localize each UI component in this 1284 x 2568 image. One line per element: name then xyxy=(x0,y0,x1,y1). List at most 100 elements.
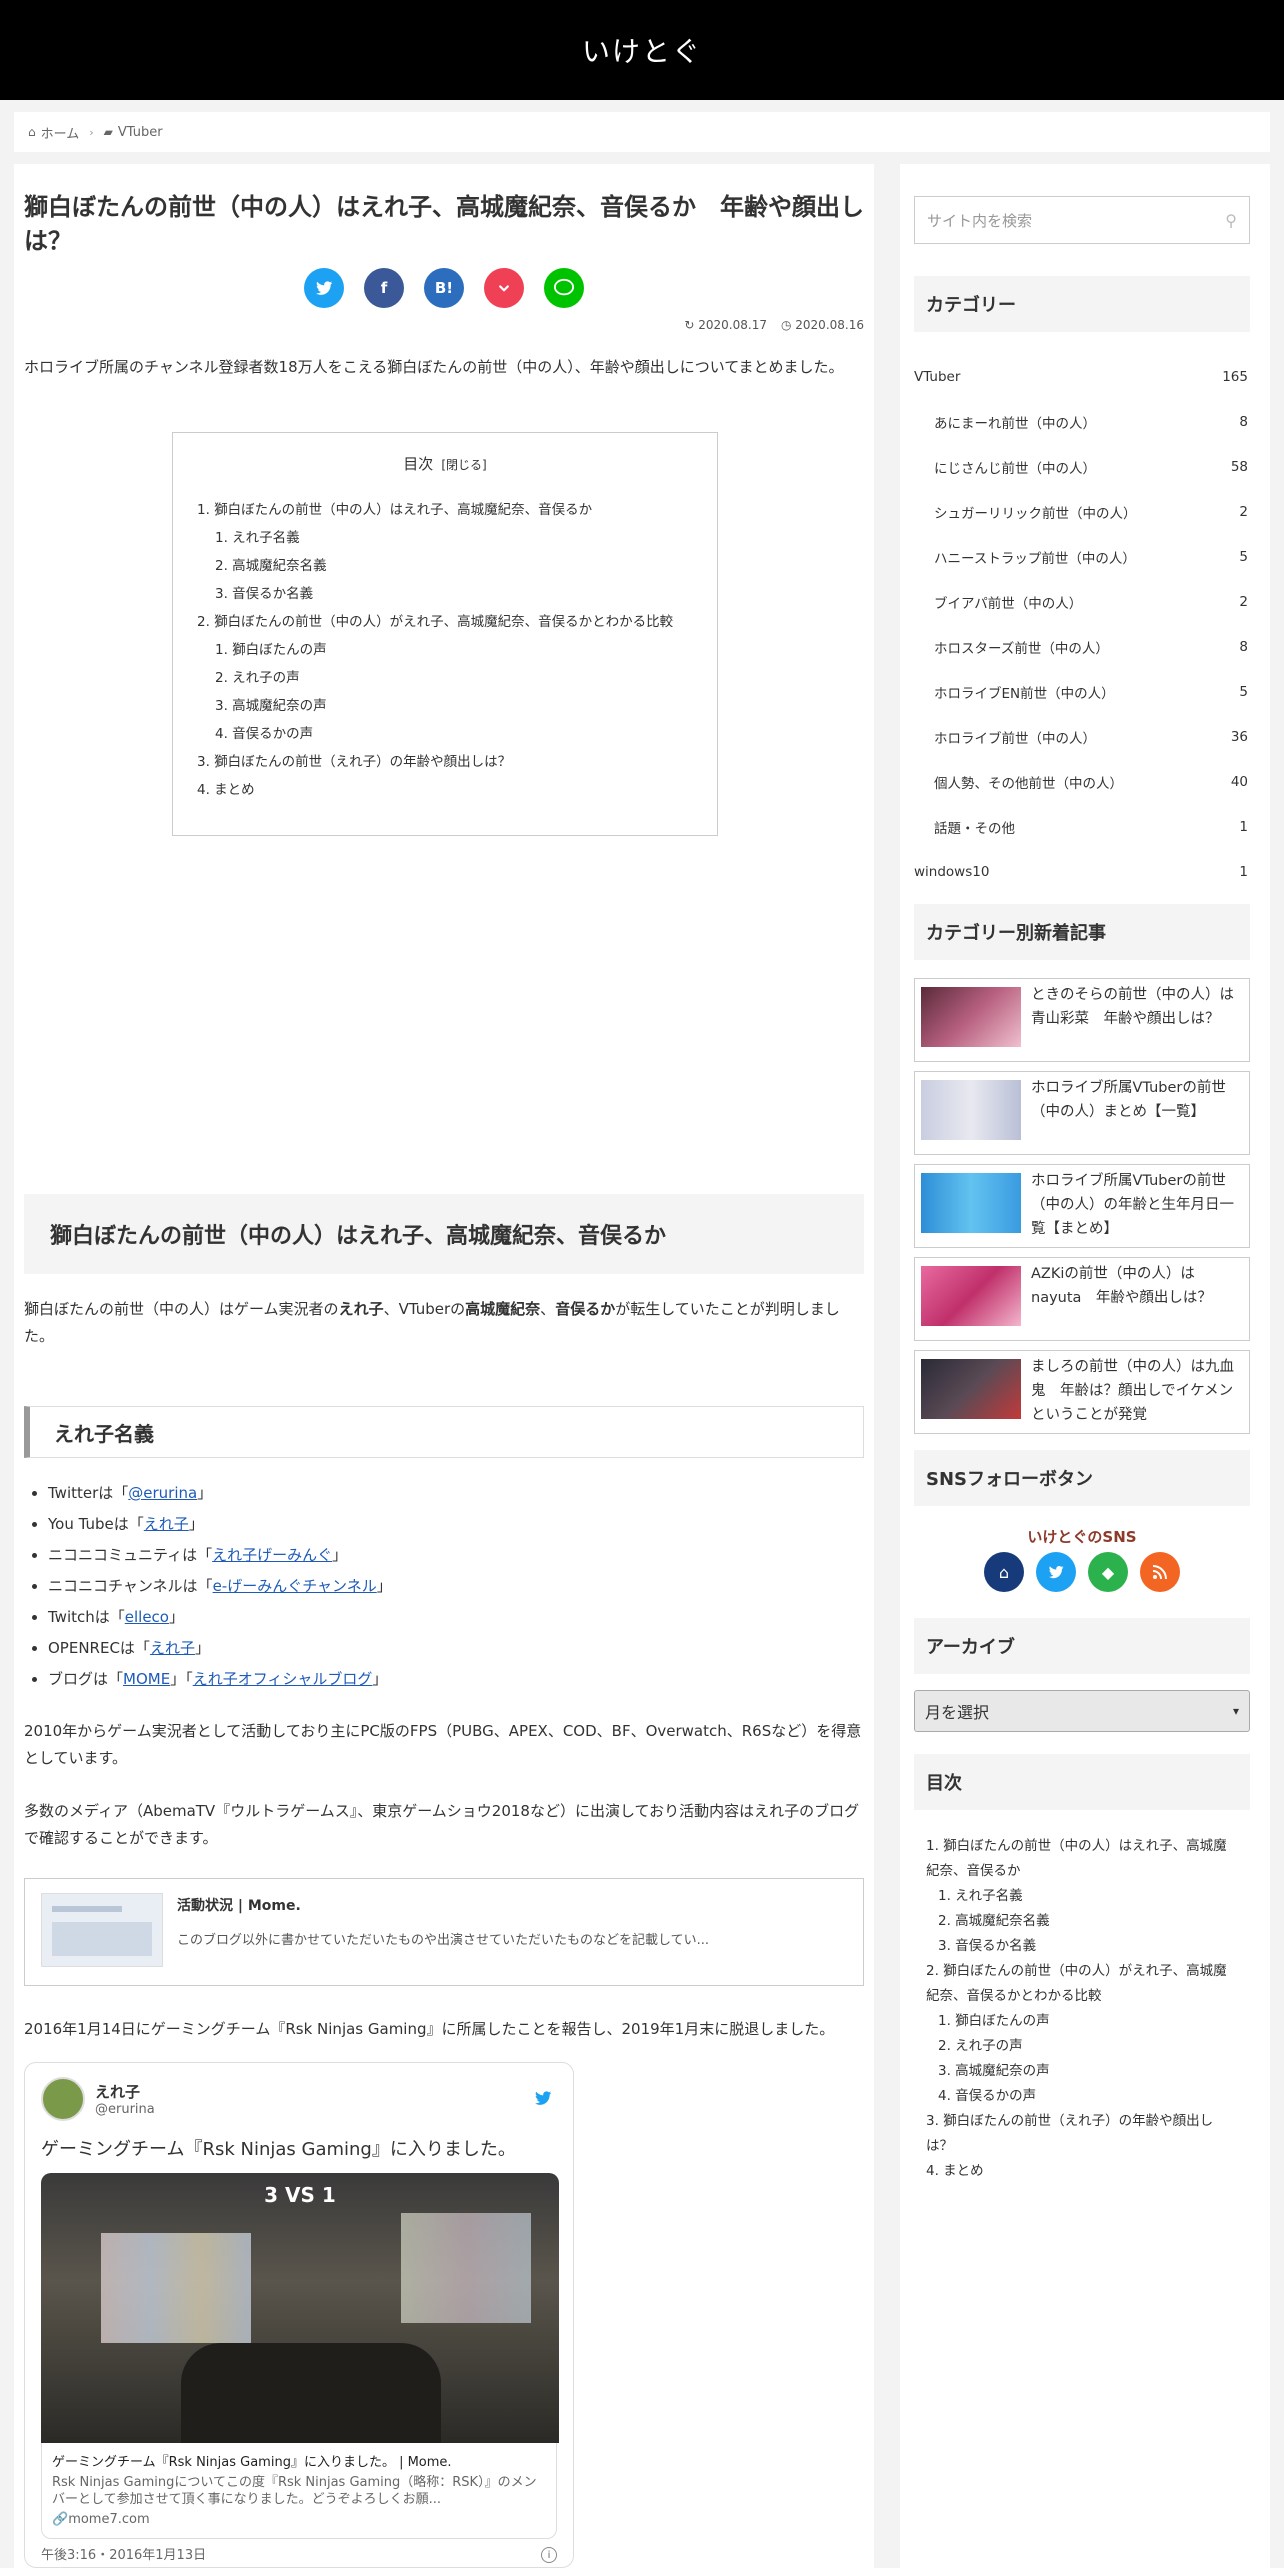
category-item[interactable]: ハニーストラップ前世（中の人） 5 xyxy=(914,534,1250,579)
facebook-share-icon[interactable]: f xyxy=(364,268,404,308)
list-item: Twitterは「@erurina」 xyxy=(48,1478,848,1509)
category-item[interactable]: 話題・その他 1 xyxy=(914,804,1250,849)
news-thumbnail xyxy=(921,1266,1021,1326)
chevron-down-icon: ▾ xyxy=(1232,1704,1239,1718)
toc-item[interactable]: 1. えれ子名義 xyxy=(197,524,693,552)
avatar[interactable] xyxy=(41,2077,85,2121)
link[interactable]: えれ子オフィシャルブログ xyxy=(193,1670,373,1688)
info-icon[interactable]: i xyxy=(541,2547,557,2563)
news-item[interactable]: ましろの前世（中の人）は九血鬼 年齢は？顔出しでイケメンということが発覚 xyxy=(914,1350,1250,1434)
card-thumbnail xyxy=(41,1893,163,1967)
paragraph: 2016年1月14日にゲーミングチーム『Rsk Ninjas Gaming』に所… xyxy=(24,2020,835,2038)
twitter-icon[interactable] xyxy=(1036,1552,1076,1592)
link[interactable]: @erurina xyxy=(128,1484,197,1502)
toc-item[interactable]: 1. えれ子名義 xyxy=(926,1884,1236,1909)
pocket-share-icon[interactable] xyxy=(484,268,524,308)
chevron-right-icon: › xyxy=(89,125,94,139)
rss-icon[interactable] xyxy=(1140,1552,1180,1592)
toc-item[interactable]: 3. 高城魔紀奈の声 xyxy=(926,2059,1236,2084)
breadcrumb-home[interactable]: ホーム xyxy=(41,123,80,142)
link[interactable]: えれ子 xyxy=(144,1515,189,1533)
hatena-share-icon[interactable]: B! xyxy=(424,268,464,308)
feedly-icon[interactable]: ◆ xyxy=(1088,1552,1128,1592)
tweet-timestamp[interactable]: 午後3:16・2016年1月13日 xyxy=(41,2544,206,2563)
news-item[interactable]: ホロライブ所属VTuberの前世（中の人）まとめ【一覧】 xyxy=(914,1071,1250,1155)
link[interactable]: えれ子げーみんぐ xyxy=(212,1546,332,1564)
home-icon: ⌂ xyxy=(28,125,36,139)
toc-item[interactable]: 3. 獅白ぼたんの前世（えれ子）の年齢や顔出しは？ xyxy=(926,2109,1236,2159)
toc-item[interactable]: 1. 獅白ぼたんの前世（中の人）はえれ子、高城魔紀奈、音俣るか xyxy=(197,496,693,524)
site-title[interactable]: いけとぐ xyxy=(582,30,702,70)
link[interactable]: e-げーみんぐチャンネル xyxy=(213,1577,377,1595)
share-buttons: f B! xyxy=(14,268,874,308)
twitter-share-icon[interactable] xyxy=(304,268,344,308)
archive-select[interactable]: 月を選択 ▾ xyxy=(914,1690,1250,1732)
twitter-icon[interactable] xyxy=(531,2088,557,2110)
search-icon[interactable]: ⚲ xyxy=(1225,211,1237,230)
category-item[interactable]: シュガーリリック前世（中の人） 2 xyxy=(914,489,1250,534)
site-header: いけとぐ xyxy=(0,0,1284,100)
list-item: ブログは「MOME」「えれ子オフィシャルブログ」 xyxy=(48,1664,848,1695)
toc-item[interactable]: 4. 音俣るかの声 xyxy=(926,2084,1236,2109)
widget-title-sns: SNSフォローボタン xyxy=(914,1450,1250,1506)
subsection-heading: えれ子名義 xyxy=(24,1406,864,1458)
toc-item[interactable]: 3. 音俣るか名義 xyxy=(926,1934,1236,1959)
tweet-author-handle[interactable]: @erurina xyxy=(95,2102,155,2117)
news-thumbnail xyxy=(921,1080,1021,1140)
line-share-icon[interactable] xyxy=(544,268,584,308)
toc-item[interactable]: 2. 獅白ぼたんの前世（中の人）がえれ子、高城魔紀奈、音俣るかとわかる比較 xyxy=(197,608,693,636)
news-item[interactable]: ときのそらの前世（中の人）は青山彩菜 年齢や顔出しは？ xyxy=(914,978,1250,1062)
toc-item[interactable]: 4. まとめ xyxy=(926,2159,1236,2184)
category-item[interactable]: ホロライブEN前世（中の人） 5 xyxy=(914,669,1250,714)
game-hud: 3 VS 1 xyxy=(264,2183,336,2207)
toc-item[interactable]: 3. 音俣るか名義 xyxy=(197,580,693,608)
list-item: ニコニコミュニティは「えれ子げーみんぐ」 xyxy=(48,1540,848,1571)
breadcrumb-category[interactable]: VTuber xyxy=(118,125,163,140)
new-articles-list: ときのそらの前世（中の人）は青山彩菜 年齢や顔出しは？ ホロライブ所属VTube… xyxy=(914,978,1250,1443)
tweet-image[interactable]: 3 VS 1 xyxy=(41,2173,559,2443)
embedded-tweet[interactable]: えれ子 @erurina ゲーミングチーム『Rsk Ninjas Gaming』… xyxy=(24,2062,574,2568)
toc-toggle[interactable]: [閉じる] xyxy=(441,458,486,472)
news-item[interactable]: ホロライブ所属VTuberの前世（中の人）の年齢と生年月日一覧【まとめ】 xyxy=(914,1164,1250,1248)
category-item[interactable]: ブイアパ前世（中の人） 2 xyxy=(914,579,1250,624)
link[interactable]: elleco xyxy=(125,1608,169,1626)
toc-item[interactable]: 4. まとめ xyxy=(197,776,693,804)
toc-item[interactable]: 2. 獅白ぼたんの前世（中の人）がえれ子、高城魔紀奈、音俣るかとわかる比較 xyxy=(926,1959,1236,2009)
news-thumbnail xyxy=(921,1359,1021,1419)
category-item[interactable]: ホロスターズ前世（中の人） 8 xyxy=(914,624,1250,669)
toc-item[interactable]: 1. 獅白ぼたんの声 xyxy=(926,2009,1236,2034)
home-icon[interactable]: ⌂ xyxy=(984,1552,1024,1592)
blog-card[interactable]: 活動状況 | Mome. このブログ以外に書かせていただいたものや出演させていた… xyxy=(24,1878,864,1986)
category-item[interactable]: windows10 1 xyxy=(914,849,1250,894)
table-of-contents: 目次 [閉じる] 1. 獅白ぼたんの前世（中の人）はえれ子、高城魔紀奈、音俣るか … xyxy=(172,432,718,836)
search-input[interactable]: サイト内を検索 ⚲ xyxy=(914,196,1250,244)
tweet-author-name[interactable]: えれ子 xyxy=(95,2081,155,2102)
intro-paragraph: ホロライブ所属のチャンネル登録者数18万人をこえる獅白ぼたんの前世（中の人）、年… xyxy=(24,358,844,376)
toc-item[interactable]: 3. 高城魔紀奈の声 xyxy=(197,692,693,720)
post-dates: ↻ 2020.08.17 ◷ 2020.08.16 xyxy=(684,318,864,332)
link-icon: 🔗 xyxy=(52,2512,69,2527)
news-item[interactable]: AZKiの前世（中の人）はnayuta 年齢や顔出しは？ xyxy=(914,1257,1250,1341)
toc-item[interactable]: 2. 高城魔紀奈名義 xyxy=(926,1909,1236,1934)
category-item[interactable]: にじさんじ前世（中の人） 58 xyxy=(914,444,1250,489)
toc-item[interactable]: 2. えれ子の声 xyxy=(926,2034,1236,2059)
widget-title-news: カテゴリー別新着記事 xyxy=(914,904,1250,960)
toc-item[interactable]: 1. 獅白ぼたんの前世（中の人）はえれ子、高城魔紀奈、音俣るか xyxy=(926,1834,1236,1884)
category-item[interactable]: あにまーれ前世（中の人） 8 xyxy=(914,399,1250,444)
sidebar-toc: 1. 獅白ぼたんの前世（中の人）はえれ子、高城魔紀奈、音俣るか 1. えれ子名義… xyxy=(926,1834,1236,2184)
tweet-link-card[interactable]: ゲーミングチーム『Rsk Ninjas Gaming』に入りました。 | Mom… xyxy=(41,2443,557,2539)
paragraph: 多数のメディア（AbemaTV『ウルトラゲームス』、東京ゲームショウ2018など… xyxy=(24,1802,860,1847)
toc-item[interactable]: 2. 高城魔紀奈名義 xyxy=(197,552,693,580)
toc-item[interactable]: 2. えれ子の声 xyxy=(197,664,693,692)
toc-item[interactable]: 4. 音俣るかの声 xyxy=(197,720,693,748)
link[interactable]: MOME xyxy=(123,1670,170,1688)
category-item[interactable]: VTuber 165 xyxy=(914,354,1250,399)
category-item[interactable]: 個人勢、その他前世（中の人） 40 xyxy=(914,759,1250,804)
list-item: OPENRECは「えれ子」 xyxy=(48,1633,848,1664)
link[interactable]: えれ子 xyxy=(150,1639,195,1657)
card-description: このブログ以外に書かせていただいたものや出演させていただいたものなどを記載してい… xyxy=(177,1933,710,1948)
list-item: You Tubeは「えれ子」 xyxy=(48,1509,848,1540)
toc-item[interactable]: 1. 獅白ぼたんの声 xyxy=(197,636,693,664)
category-item[interactable]: ホロライブ前世（中の人） 36 xyxy=(914,714,1250,759)
toc-item[interactable]: 3. 獅白ぼたんの前世（えれ子）の年齢や顔出しは？ xyxy=(197,748,693,776)
